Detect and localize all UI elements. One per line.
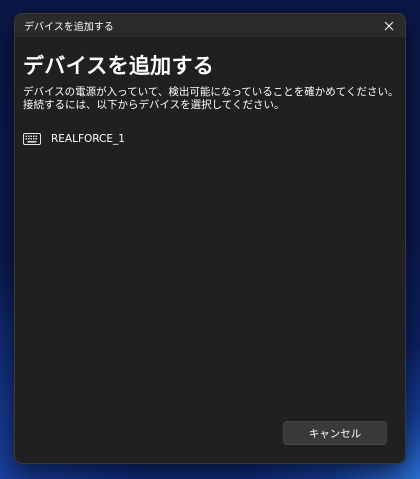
device-name: REALFORCE_1: [51, 133, 125, 145]
keyboard-icon: [23, 132, 43, 146]
close-icon: [384, 21, 394, 30]
instruction-text: デバイスの電源が入っていて、検出可能になっていることを確かめてください。接続する…: [23, 86, 399, 111]
window-title: デバイスを追加する: [24, 22, 114, 33]
title-bar: デバイスを追加する: [15, 14, 405, 37]
page-title: デバイスを追加する: [23, 54, 215, 78]
device-item-realforce[interactable]: REALFORCE_1: [23, 127, 125, 151]
add-device-dialog: デバイスを追加する デバイスを追加する デバイスの電源が入っていて、検出可能にな…: [14, 13, 406, 464]
cancel-button[interactable]: キャンセル: [283, 421, 387, 445]
close-button[interactable]: [373, 14, 405, 37]
